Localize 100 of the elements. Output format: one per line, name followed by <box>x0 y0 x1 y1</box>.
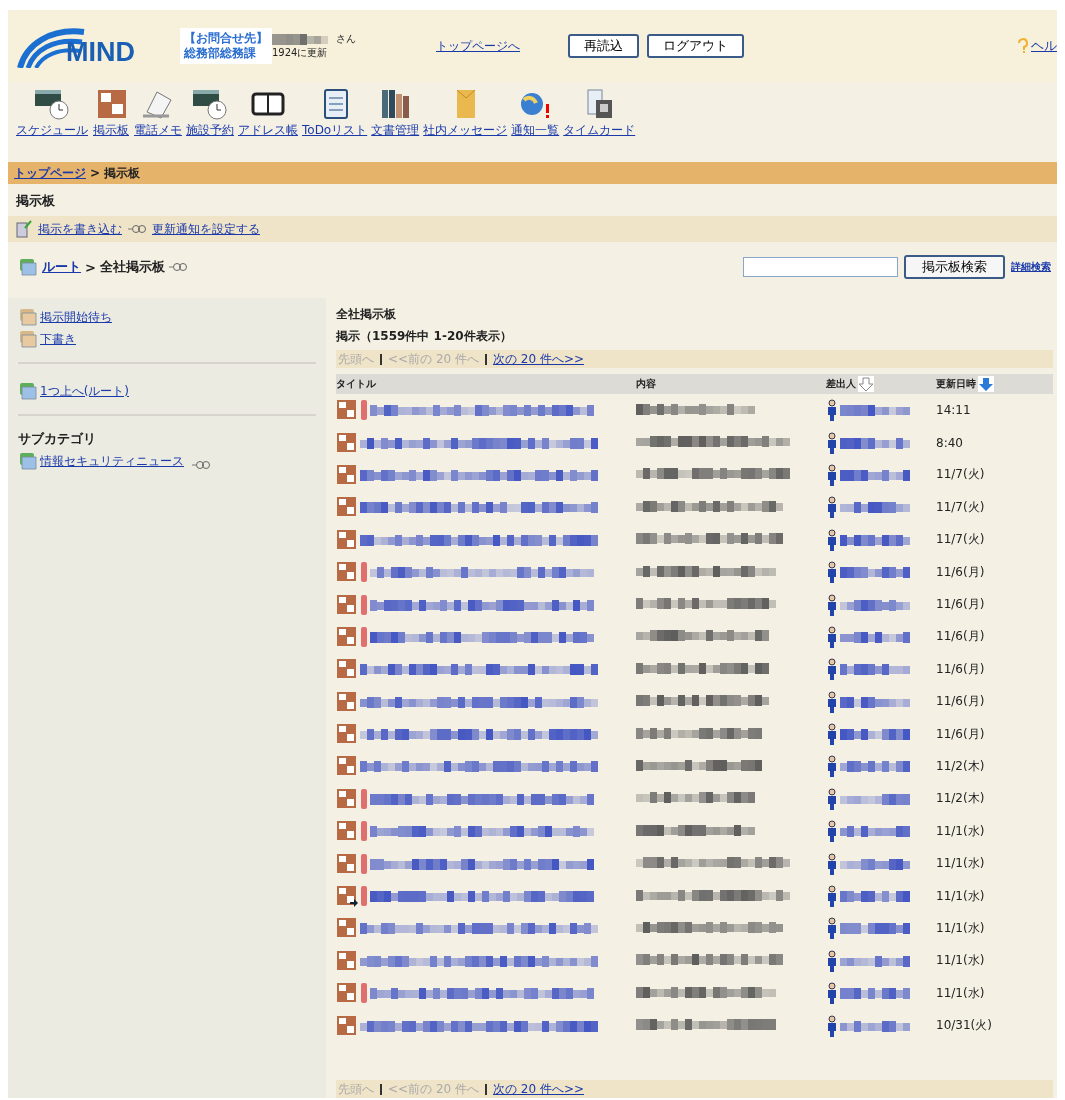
reload-button[interactable]: 再読込 <box>568 34 639 58</box>
person-icon <box>826 625 838 648</box>
person-icon <box>826 917 838 940</box>
person-icon <box>826 399 838 422</box>
blurred-sender <box>840 532 910 547</box>
person-icon <box>826 885 838 908</box>
person-icon <box>826 820 838 843</box>
blurred-sender <box>840 889 910 904</box>
column-header: タイトル <box>336 377 376 391</box>
subcategory-heading: サブカテゴリ <box>18 430 97 448</box>
column-header: 内容 <box>636 377 656 391</box>
date-cell-text: 10/31(火) <box>936 1017 993 1035</box>
date-cell-text: 11/6(月) <box>936 596 986 614</box>
toolbar-item[interactable]: 電話メモ <box>134 88 182 148</box>
blurred-sender <box>840 791 910 806</box>
date-cell-text: 11/1(水) <box>936 919 986 937</box>
folder-icon <box>18 330 38 348</box>
subcategory-link[interactable]: 情報セキュリティニュース <box>40 453 184 470</box>
toolbar-item[interactable]: 文書管理 <box>371 88 420 148</box>
contact-department: 総務部総務課 <box>184 46 257 61</box>
root-link[interactable]: ルート <box>42 258 81 276</box>
date-cell-text: 11/1(水) <box>936 855 986 873</box>
date-cell-text: 11/7(火) <box>936 498 986 516</box>
blurred-sender <box>840 986 910 1001</box>
folder-icon <box>18 452 38 470</box>
post-count: 掲示（1559件中 1-20件表示） <box>336 328 513 345</box>
sort-arrow-icon[interactable] <box>858 376 874 392</box>
contact-label: 【お問合せ先】 <box>184 31 268 46</box>
glasses-icon <box>168 262 187 272</box>
breadcrumb-separator: > <box>90 166 101 180</box>
person-icon <box>826 787 838 810</box>
person-icon <box>826 463 838 486</box>
date-cell-text: 11/6(月) <box>936 660 986 678</box>
date-cell-text: 11/1(水) <box>936 984 986 1002</box>
logo-text: MIND <box>66 37 135 68</box>
blurred-sender <box>840 727 910 742</box>
folder-icon <box>18 308 38 326</box>
blurred-sender <box>840 694 910 709</box>
date-cell-text: 11/6(月) <box>936 628 986 646</box>
date-cell-text: 11/2(木) <box>936 758 986 775</box>
update-time: 1924に更新 <box>272 46 329 60</box>
person-icon <box>826 723 838 746</box>
person-icon <box>826 658 838 681</box>
pager-link[interactable]: 次の 20 件へ>> <box>493 350 585 368</box>
blurred-sender <box>840 597 910 612</box>
date-cell-text: 11/1(水) <box>936 887 986 905</box>
person-icon <box>826 561 838 584</box>
help-link[interactable]: ヘル <box>1031 37 1057 55</box>
logout-button[interactable]: ログアウト <box>647 34 744 58</box>
date-cell-text: 11/6(月) <box>936 725 986 743</box>
board-title: 全社掲示板 <box>336 306 397 323</box>
folder-link[interactable]: 下書き <box>40 331 76 348</box>
blurred-sender <box>840 759 910 774</box>
action-link[interactable]: 掲示を書き込む <box>38 220 122 238</box>
blurred-sender <box>840 1018 910 1033</box>
date-cell-text: 11/7(火) <box>936 466 986 484</box>
toolbar-item[interactable]: スケジュール <box>16 88 88 148</box>
toolbar-item[interactable]: 社内メッセージ <box>423 88 508 148</box>
person-icon <box>826 496 838 519</box>
column-header: 更新日時 <box>936 377 976 391</box>
sort-arrow-icon[interactable] <box>978 376 994 392</box>
person-icon <box>826 852 838 875</box>
date-cell-text: 14:11 <box>936 403 972 418</box>
blurred-sender <box>840 500 910 515</box>
pager-link[interactable]: 次の 20 件へ>> <box>493 1080 585 1098</box>
page-title: 掲示板 <box>15 192 56 210</box>
blurred-sender <box>840 662 910 677</box>
blurred-sender <box>840 435 910 450</box>
folder-icon <box>18 382 38 400</box>
date-cell-text: 11/6(月) <box>936 563 986 581</box>
search-button[interactable]: 掲示板検索 <box>904 255 1005 279</box>
toolbar-item[interactable]: 施設予約 <box>186 88 234 148</box>
person-icon <box>826 755 838 778</box>
blurred-sender <box>840 856 910 871</box>
clock-board-icon <box>33 88 71 120</box>
column-header: 差出人 <box>826 377 856 391</box>
breadcrumb-link[interactable]: トップページ <box>14 164 86 182</box>
help-icon <box>1018 38 1028 54</box>
toolbar-item[interactable]: タイムカード <box>563 88 636 148</box>
date-cell-text: 11/1(水) <box>936 822 986 840</box>
blurred-sender <box>840 467 910 482</box>
blurred-sender <box>840 953 910 968</box>
toolbar-item[interactable]: 掲示板 <box>92 88 130 148</box>
date-cell-text: 8:40 <box>936 435 964 450</box>
search-field[interactable] <box>743 257 898 277</box>
date-cell-text: 11/7(火) <box>936 531 986 549</box>
folder-link[interactable]: 掲示開始待ち <box>40 309 112 326</box>
path-separator: > <box>85 259 96 275</box>
user-suffix: さん <box>336 32 356 46</box>
blurred-sender <box>840 565 910 580</box>
action-link[interactable]: 更新通知を設定する <box>152 220 260 238</box>
toolbar-item[interactable]: 通知一覧 <box>511 88 560 148</box>
parent-folder-link[interactable]: 1つ上へ(ルート) <box>40 383 129 400</box>
clock-board-icon <box>191 88 229 120</box>
person-icon <box>826 431 838 454</box>
breadcrumb-current: 掲示板 <box>104 164 141 182</box>
glasses-icon <box>191 460 210 470</box>
top-page-link[interactable]: トップページへ <box>436 37 520 55</box>
advanced-search-link[interactable]: 詳細検索 <box>1011 260 1051 274</box>
toolbar-item[interactable]: アドレス帳 <box>238 88 298 148</box>
